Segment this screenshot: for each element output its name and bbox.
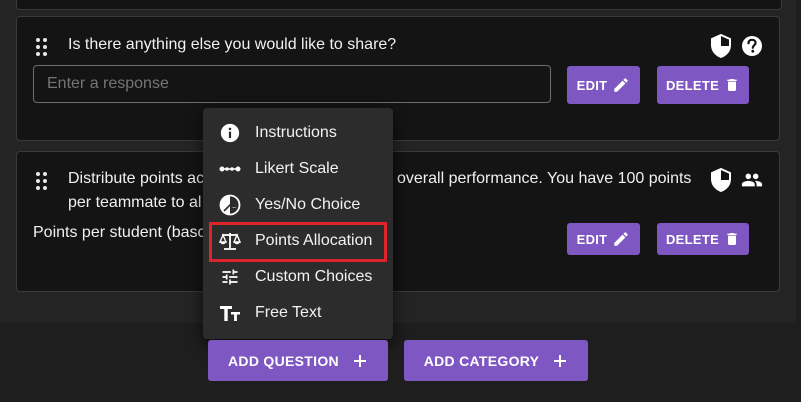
tune-icon	[219, 266, 241, 288]
yes-no-icon: −	[219, 194, 241, 216]
points-allocation-highlight	[209, 222, 387, 262]
menu-item-custom-choices[interactable]: Custom Choices	[203, 259, 393, 295]
pencil-icon	[614, 78, 629, 92]
plus-icon	[353, 354, 366, 367]
points-per-student-label: Points per student (basc	[33, 224, 206, 241]
add-category-label: ADD CATEGORY	[423, 352, 540, 369]
question-card: Distribute points ac overall performance…	[16, 151, 780, 292]
svg-text:−: −	[232, 205, 236, 212]
help-icon[interactable]	[741, 35, 763, 57]
menu-item-label: Instructions	[255, 124, 337, 141]
previous-question-card	[16, 0, 782, 10]
edit-button[interactable]: EDIT	[567, 66, 640, 104]
question-card: Is there anything else you would like to…	[16, 16, 780, 141]
plus-icon	[554, 354, 567, 367]
menu-item-label: Free Text	[255, 304, 322, 321]
delete-button[interactable]: DELETE	[657, 66, 749, 104]
edit-button-label: EDIT	[576, 77, 608, 93]
add-question-label: ADD QUESTION	[228, 352, 339, 369]
menu-item-instructions[interactable]: Instructions	[203, 115, 393, 151]
menu-item-yes-no-choice[interactable]: − Yes/No Choice	[203, 187, 393, 223]
drag-handle-icon[interactable]	[36, 172, 48, 190]
drag-handle-icon[interactable]	[36, 38, 48, 56]
question-text-line1-end: overall performance. You have 100 points	[397, 170, 692, 187]
edit-button[interactable]: EDIT	[567, 223, 640, 255]
edit-button-label: EDIT	[576, 231, 608, 247]
shield-icon[interactable]	[710, 168, 732, 192]
menu-item-label: Custom Choices	[255, 268, 373, 285]
shield-icon[interactable]	[710, 34, 732, 58]
delete-button-label: DELETE	[665, 231, 720, 247]
question-text-line1-start: Distribute points ac	[68, 170, 205, 187]
add-question-button[interactable]: ADD QUESTION	[208, 340, 388, 381]
group-icon[interactable]	[740, 169, 764, 191]
pencil-icon	[614, 232, 629, 246]
trash-icon	[727, 79, 737, 91]
delete-button-label: DELETE	[665, 77, 720, 93]
text-size-icon	[219, 302, 241, 324]
likert-scale-icon	[219, 158, 241, 180]
question-text: Is there anything else you would like to…	[68, 36, 397, 53]
menu-item-label: Yes/No Choice	[255, 196, 361, 213]
trash-icon	[727, 233, 737, 245]
menu-item-label: Likert Scale	[255, 160, 339, 177]
question-text-line2: per teammate to al	[68, 194, 202, 211]
menu-item-free-text[interactable]: Free Text	[203, 295, 393, 331]
add-category-button[interactable]: ADD CATEGORY	[404, 340, 588, 381]
delete-button[interactable]: DELETE	[657, 223, 749, 255]
menu-item-likert-scale[interactable]: Likert Scale	[203, 151, 393, 187]
response-input[interactable]	[33, 65, 551, 103]
info-icon	[219, 122, 241, 144]
